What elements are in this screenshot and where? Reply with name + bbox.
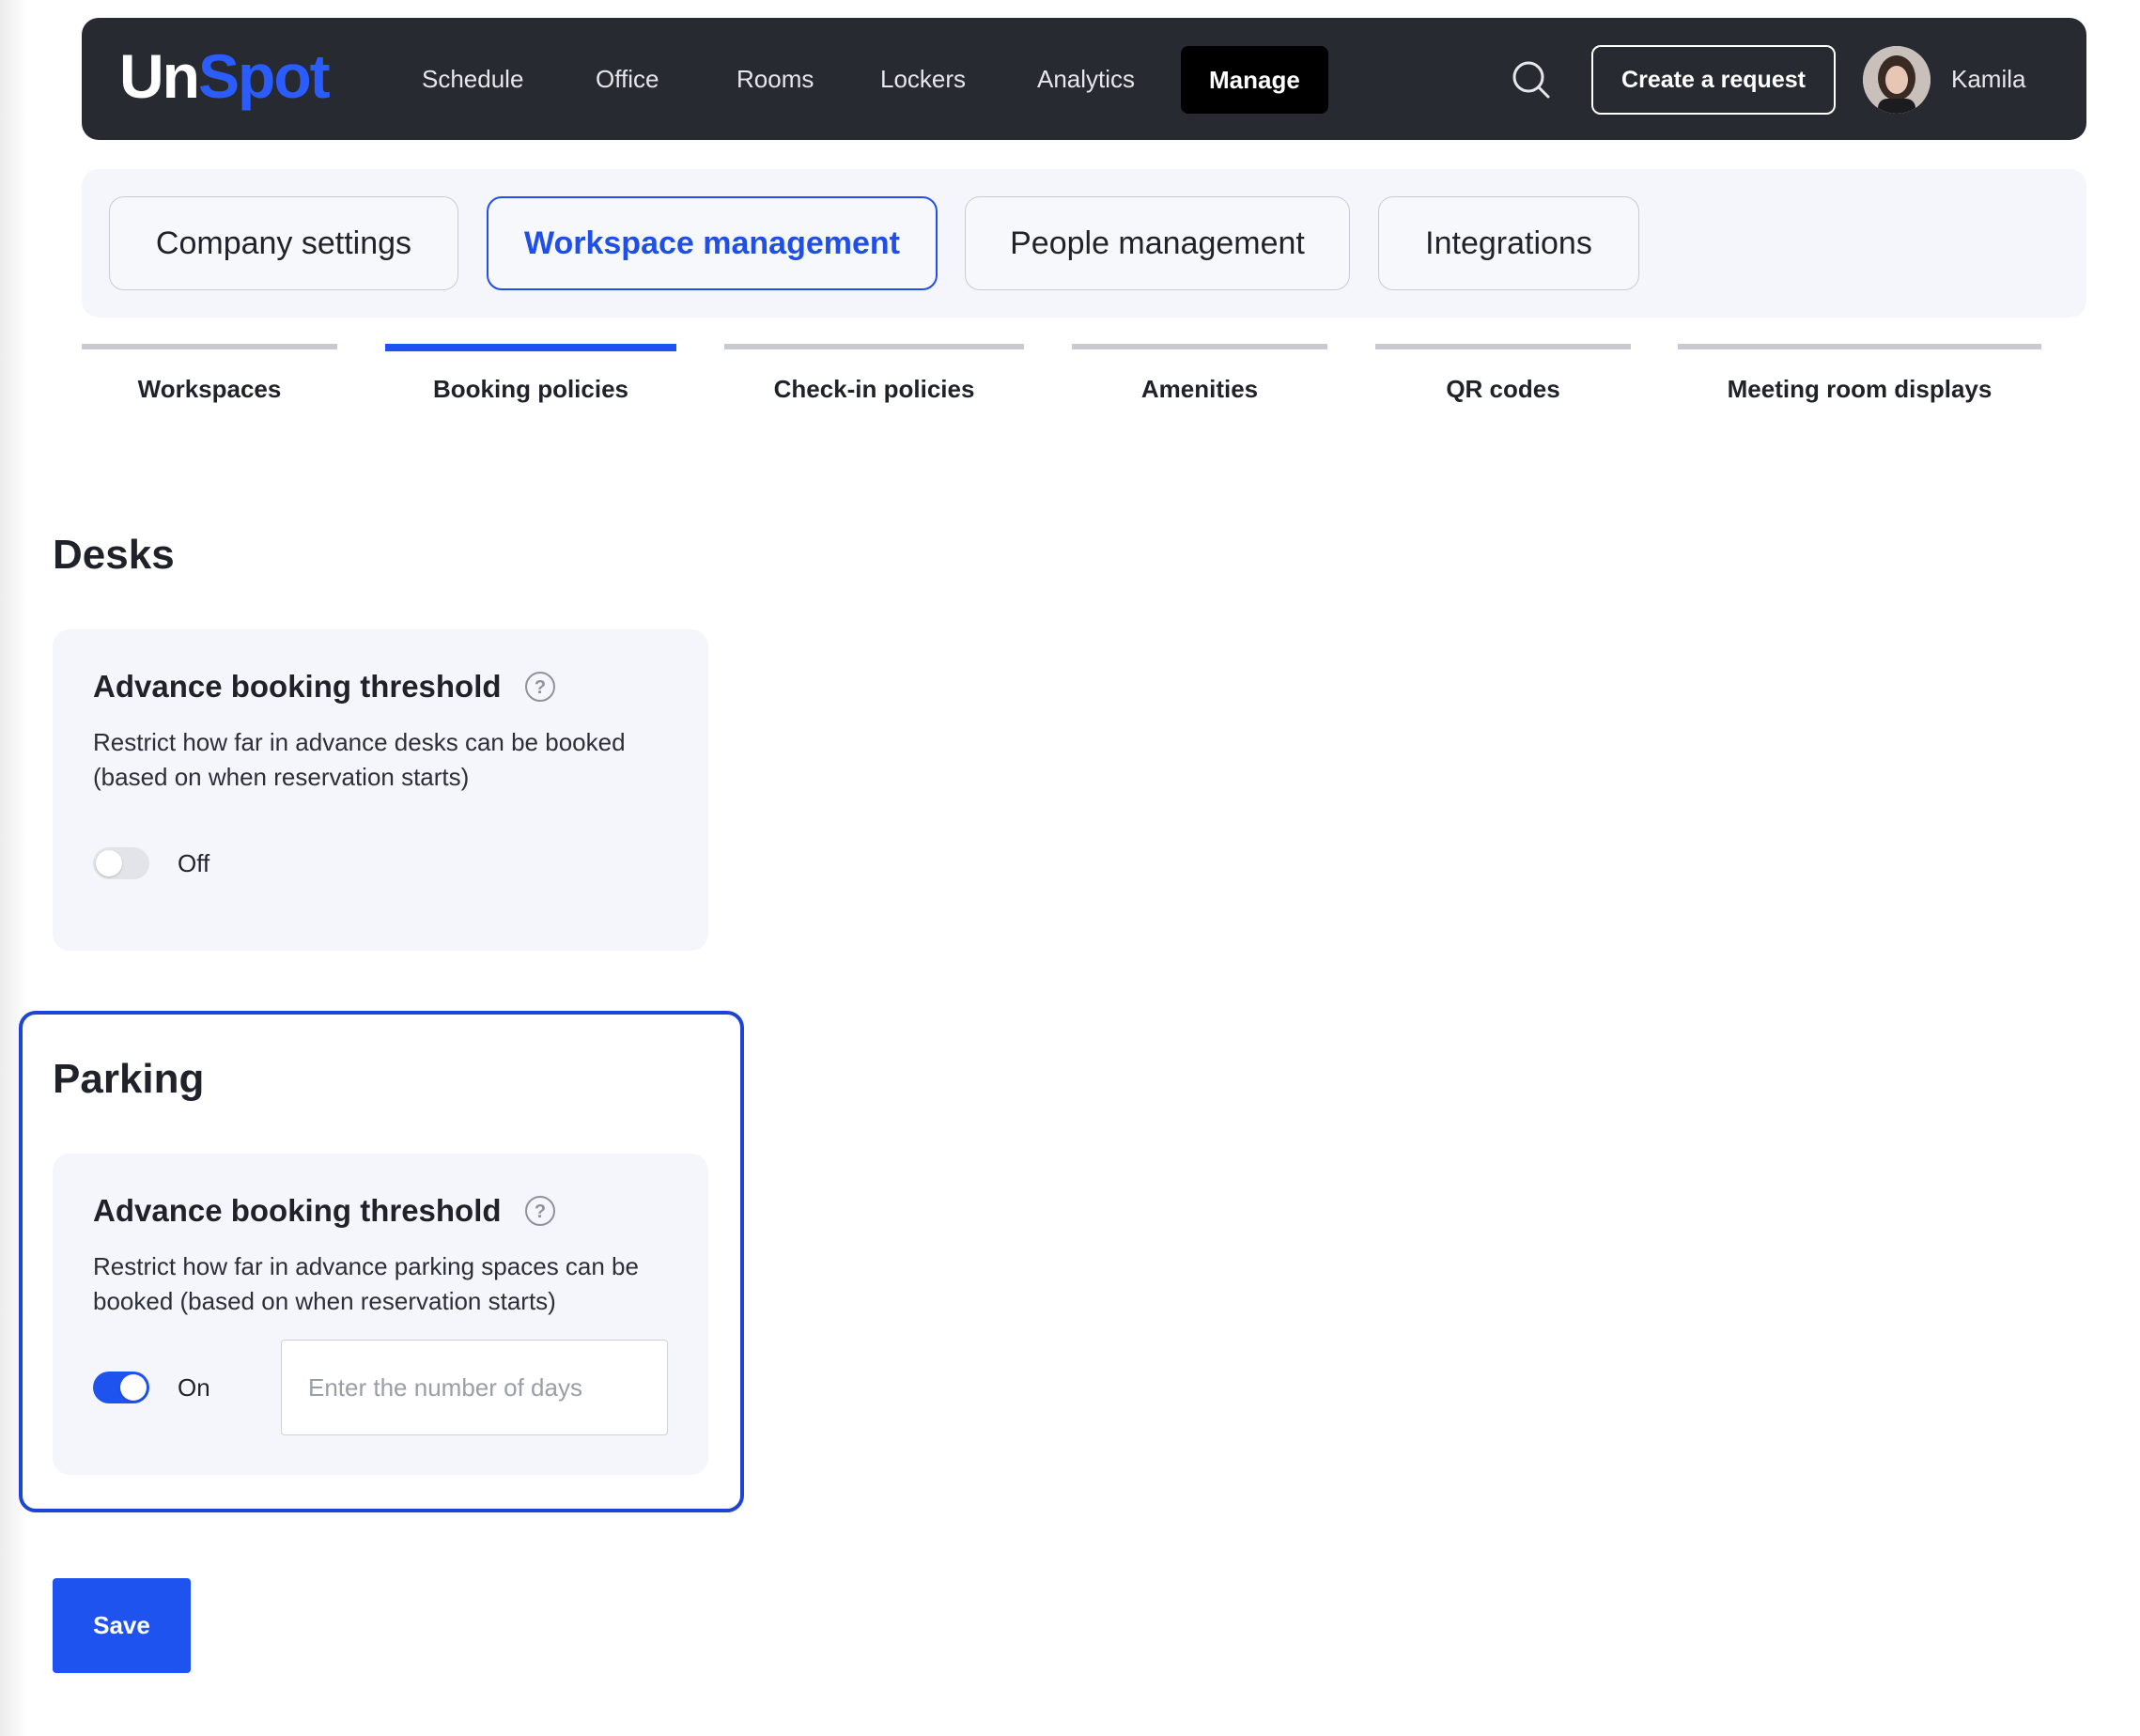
category-tab-bar: Company settings Workspace management Pe… [82, 169, 2086, 318]
svg-text:?: ? [534, 1201, 545, 1222]
logo-text-spot: Spot [197, 41, 331, 111]
logo-text-un: Un [119, 41, 200, 111]
desks-section-title: Desks [53, 532, 175, 578]
user-name[interactable]: Kamila [1951, 54, 2025, 103]
nav-item-manage[interactable]: Manage [1181, 46, 1328, 114]
nav-item-lockers[interactable]: Lockers [880, 54, 966, 103]
tab-workspace-management[interactable]: Workspace management [487, 196, 938, 290]
parking-advance-booking-card: Advance booking threshold ? Restrict how… [53, 1154, 708, 1475]
parking-card-title: Advance booking threshold ? [93, 1193, 556, 1229]
desks-card-title-text: Advance booking threshold [93, 669, 502, 704]
unspot-logo[interactable]: UnSpot [119, 39, 331, 114]
parking-toggle-state-label: On [178, 1373, 210, 1402]
toggle-knob [120, 1374, 147, 1401]
subtab-check-in-policies[interactable]: Check-in policies [724, 344, 1024, 410]
save-button[interactable]: Save [53, 1578, 191, 1673]
help-icon[interactable]: ? [524, 1195, 556, 1227]
days-input[interactable] [281, 1340, 668, 1435]
subtab-workspaces[interactable]: Workspaces [82, 344, 337, 410]
parking-card-title-text: Advance booking threshold [93, 1193, 502, 1228]
desks-card-description: Restrict how far in advance desks can be… [93, 728, 626, 791]
top-nav-bar: UnSpot Schedule Office Rooms Lockers Ana… [82, 18, 2086, 140]
parking-threshold-toggle[interactable] [93, 1372, 149, 1403]
subtab-booking-policies[interactable]: Booking policies [385, 344, 676, 410]
user-avatar[interactable] [1863, 46, 1931, 114]
search-icon[interactable] [1510, 58, 1553, 101]
nav-item-schedule[interactable]: Schedule [422, 54, 523, 103]
tab-integrations[interactable]: Integrations [1378, 196, 1639, 290]
subtab-amenities[interactable]: Amenities [1072, 344, 1327, 410]
desks-toggle-state-label: Off [178, 849, 210, 877]
desks-card-title: Advance booking threshold ? [93, 669, 556, 705]
toggle-knob [96, 850, 122, 876]
nav-item-rooms[interactable]: Rooms [737, 54, 814, 103]
help-icon[interactable]: ? [524, 671, 556, 703]
svg-text:?: ? [534, 677, 545, 698]
parking-section-title: Parking [53, 1056, 205, 1102]
parking-card-description: Restrict how far in advance parking spac… [93, 1252, 639, 1315]
tab-company-settings[interactable]: Company settings [109, 196, 458, 290]
nav-item-office[interactable]: Office [596, 54, 659, 103]
desks-threshold-toggle[interactable] [93, 847, 149, 879]
subtab-qr-codes[interactable]: QR codes [1375, 344, 1631, 410]
nav-item-analytics[interactable]: Analytics [1037, 54, 1135, 103]
subtab-meeting-room-displays[interactable]: Meeting room displays [1678, 344, 2041, 410]
desks-advance-booking-card: Advance booking threshold ? Restrict how… [53, 629, 708, 951]
create-request-button[interactable]: Create a request [1591, 45, 1836, 115]
tab-people-management[interactable]: People management [965, 196, 1350, 290]
